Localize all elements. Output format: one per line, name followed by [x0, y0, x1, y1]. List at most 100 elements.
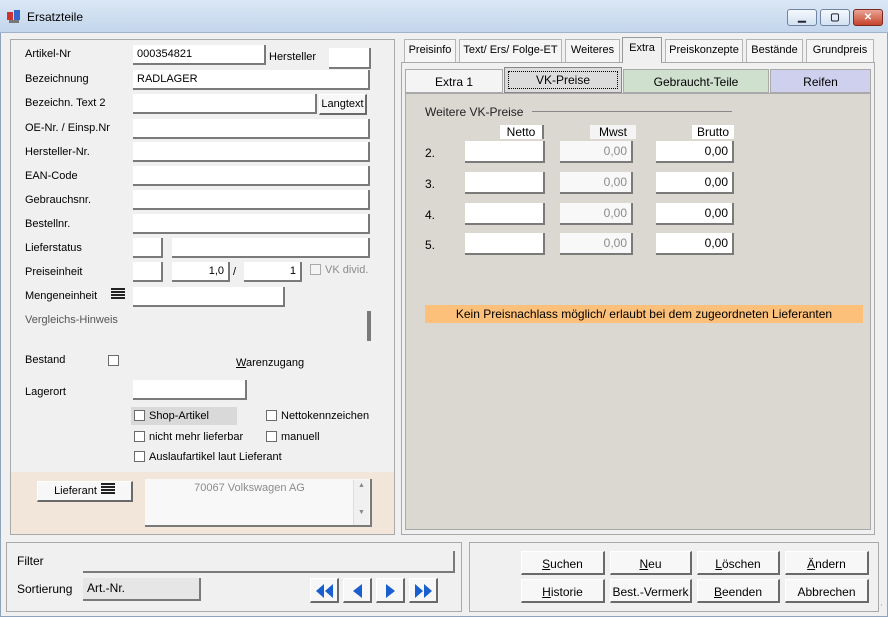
lieferant-label: Lieferant: [54, 485, 97, 497]
neu-button[interactable]: Neu: [610, 551, 692, 575]
bezeichnung-field[interactable]: RADLAGER: [133, 70, 370, 90]
tab-bestaende[interactable]: Bestände: [746, 39, 803, 62]
mwst-field-3: 0,00: [560, 172, 633, 194]
minimize-icon: ▁: [798, 12, 806, 23]
shop-artikel-checkbox[interactable]: [134, 410, 145, 421]
bestand-label: Bestand: [25, 354, 66, 366]
maximize-icon: ▢: [830, 12, 840, 23]
last-icon: [415, 584, 432, 598]
preiseinheit-value2-field[interactable]: 1: [244, 262, 302, 282]
sortierung-label: Sortierung: [17, 582, 73, 596]
row-number-3: 3.: [425, 177, 436, 191]
lieferstatus-label: Lieferstatus: [25, 242, 82, 254]
oe-nr-field[interactable]: [133, 119, 370, 139]
subtab-reifen[interactable]: Reifen: [770, 69, 871, 93]
row-number-4: 4.: [425, 208, 436, 222]
bestand-checkbox[interactable]: [108, 355, 119, 366]
nettokennzeichen-checkbox[interactable]: [266, 410, 277, 421]
next-record-button[interactable]: [376, 578, 405, 603]
scroll-up-icon[interactable]: ▲: [354, 482, 369, 489]
brutto-field-4[interactable]: 0,00: [656, 203, 734, 225]
ean-field[interactable]: [133, 166, 370, 186]
filter-label: Filter: [17, 554, 44, 568]
bezeichnung-label: Bezeichnung: [25, 73, 89, 85]
bestellnr-field[interactable]: [133, 214, 370, 234]
maximize-button[interactable]: ▢: [820, 9, 850, 26]
aendern-button[interactable]: Ändern: [785, 551, 869, 575]
warenzugang-button[interactable]: Warenzugang: [236, 357, 304, 369]
netto-field-3[interactable]: [465, 172, 545, 194]
best-vermerk-button[interactable]: Best.-Vermerk: [610, 579, 692, 603]
resize-grip-icon[interactable]: ⋰: [874, 603, 886, 615]
artikel-nr-label: Artikel-Nr: [25, 48, 71, 60]
close-button[interactable]: ✕: [853, 9, 883, 26]
lieferant-scrollbar[interactable]: ▲ ▼: [353, 480, 369, 525]
mwst-field-5: 0,00: [560, 233, 633, 255]
mengeneinheit-field[interactable]: [133, 287, 285, 307]
nicht-mehr-lieferbar-checkbox[interactable]: [134, 431, 145, 442]
brutto-field-2[interactable]: 0,00: [656, 141, 734, 163]
nicht-mehr-lieferbar-label: nicht mehr lieferbar: [149, 431, 244, 443]
section-title: Weitere VK-Preise: [425, 105, 524, 119]
vergleichs-hinweis-field[interactable]: [367, 311, 371, 341]
section-divider: [532, 111, 732, 112]
beenden-button[interactable]: Beenden: [697, 579, 780, 603]
bestellnr-label: Bestellnr.: [25, 218, 71, 230]
brutto-field-3[interactable]: 0,00: [656, 172, 734, 194]
bezeichn-text2-label: Bezeichn. Text 2: [25, 97, 106, 109]
ean-label: EAN-Code: [25, 170, 78, 182]
mwst-header: Mwst: [590, 125, 636, 139]
filter-field[interactable]: [83, 551, 455, 573]
langtext-button[interactable]: Langtext: [319, 94, 367, 115]
tab-preiskonzepte[interactable]: Preiskonzepte: [665, 39, 743, 62]
netto-field-5[interactable]: [465, 233, 545, 255]
app-icon: [6, 8, 22, 24]
mwst-field-2: 0,00: [560, 141, 633, 163]
netto-field-2[interactable]: [465, 141, 545, 163]
auslaufartikel-checkbox[interactable]: [134, 451, 145, 462]
lieferant-field[interactable]: 70067 Volkswagen AG: [145, 479, 372, 527]
hersteller-nr-field[interactable]: [133, 142, 370, 162]
previous-record-button[interactable]: [343, 578, 372, 603]
subtab-vk-preise[interactable]: VK-Preise: [504, 67, 622, 93]
tab-preisinfo[interactable]: Preisinfo: [404, 39, 456, 62]
lieferstatus-code-field[interactable]: [133, 238, 163, 258]
minimize-button[interactable]: ▁: [787, 9, 817, 26]
first-record-button[interactable]: [310, 578, 339, 603]
oe-nr-label: OE-Nr. / Einsp.Nr: [25, 122, 110, 134]
tab-weiteres[interactable]: Weiteres: [565, 39, 620, 62]
gebrauchsnr-field[interactable]: [133, 190, 370, 210]
tab-extra[interactable]: Extra: [622, 37, 662, 63]
list-icon[interactable]: [111, 288, 125, 300]
last-record-button[interactable]: [409, 578, 438, 603]
vk-divid-checkbox[interactable]: [310, 264, 321, 275]
historie-button[interactable]: Historie: [521, 579, 605, 603]
auslaufartikel-label: Auslaufartikel laut Lieferant: [149, 451, 282, 463]
loeschen-button[interactable]: Löschen: [697, 551, 780, 575]
preiseinheit-code-field[interactable]: [133, 262, 163, 282]
vk-divid-label: VK divid.: [325, 264, 369, 276]
hersteller-label: Hersteller: [269, 51, 317, 63]
netto-field-4[interactable]: [465, 203, 545, 225]
mengeneinheit-label: Mengeneinheit: [25, 290, 98, 302]
shop-artikel-label: Shop-Artikel: [149, 410, 209, 422]
brutto-field-5[interactable]: 0,00: [656, 233, 734, 255]
subtab-gebraucht-teile[interactable]: Gebraucht-Teile: [623, 69, 769, 93]
lieferstatus-field[interactable]: [172, 238, 370, 258]
lagerort-field[interactable]: [133, 380, 247, 400]
tab-grundpreis[interactable]: Grundpreis: [806, 39, 874, 62]
close-icon: ✕: [863, 12, 873, 23]
lieferant-button[interactable]: Lieferant: [37, 481, 133, 502]
abbrechen-button[interactable]: Abbrechen: [785, 579, 869, 603]
tab-text-ers-folge-et[interactable]: Text/ Ers/ Folge-ET: [459, 39, 562, 62]
subtab-extra1[interactable]: Extra 1: [405, 69, 503, 93]
preiseinheit-value1-field[interactable]: 1,0: [172, 262, 230, 282]
row-number-5: 5.: [425, 238, 436, 252]
bezeichn-text2-field[interactable]: [133, 94, 317, 114]
artikel-nr-field[interactable]: 000354821: [133, 45, 266, 65]
suchen-button[interactable]: Suchen: [521, 551, 605, 575]
manuell-checkbox[interactable]: [266, 431, 277, 442]
hersteller-field[interactable]: [329, 48, 371, 69]
scroll-down-icon[interactable]: ▼: [354, 509, 369, 516]
sortierung-field[interactable]: Art.-Nr.: [83, 578, 201, 601]
